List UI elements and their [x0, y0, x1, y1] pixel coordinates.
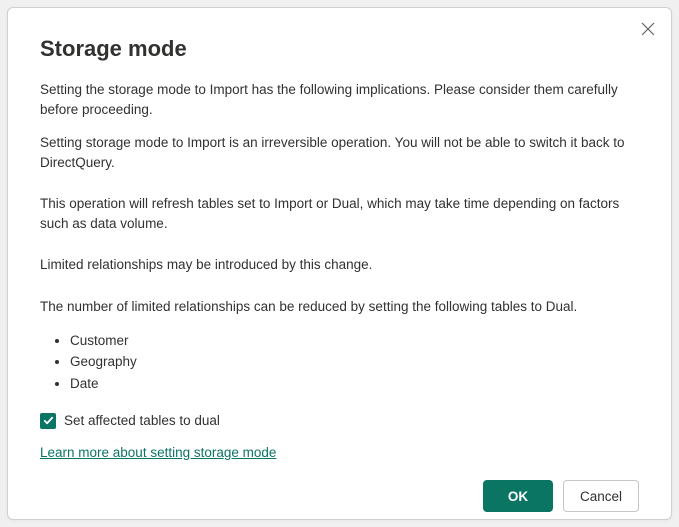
- storage-mode-dialog: Storage mode Setting the storage mode to…: [7, 7, 672, 520]
- list-item: Customer: [70, 331, 639, 351]
- dialog-body: Setting the storage mode to Import has t…: [40, 80, 639, 462]
- dialog-title: Storage mode: [40, 36, 639, 62]
- learn-more-link[interactable]: Learn more about setting storage mode: [40, 443, 276, 463]
- limited-paragraph: Limited relationships may be introduced …: [40, 255, 639, 275]
- intro-paragraph: Setting the storage mode to Import has t…: [40, 80, 639, 119]
- set-dual-checkbox[interactable]: [40, 413, 56, 429]
- cancel-button[interactable]: Cancel: [563, 480, 639, 512]
- ok-button[interactable]: OK: [483, 480, 553, 512]
- close-button[interactable]: [639, 20, 657, 38]
- dialog-footer: OK Cancel: [40, 480, 639, 512]
- list-item: Geography: [70, 352, 639, 372]
- checkbox-row: Set affected tables to dual: [40, 411, 639, 431]
- tables-list: Customer Geography Date: [40, 331, 639, 394]
- reduce-paragraph: The number of limited relationships can …: [40, 297, 639, 317]
- refresh-paragraph: This operation will refresh tables set t…: [40, 194, 639, 233]
- list-item: Date: [70, 374, 639, 394]
- checkbox-label: Set affected tables to dual: [64, 411, 220, 431]
- irreversible-paragraph: Setting storage mode to Import is an irr…: [40, 133, 639, 172]
- checkmark-icon: [43, 415, 54, 426]
- close-icon: [641, 22, 655, 36]
